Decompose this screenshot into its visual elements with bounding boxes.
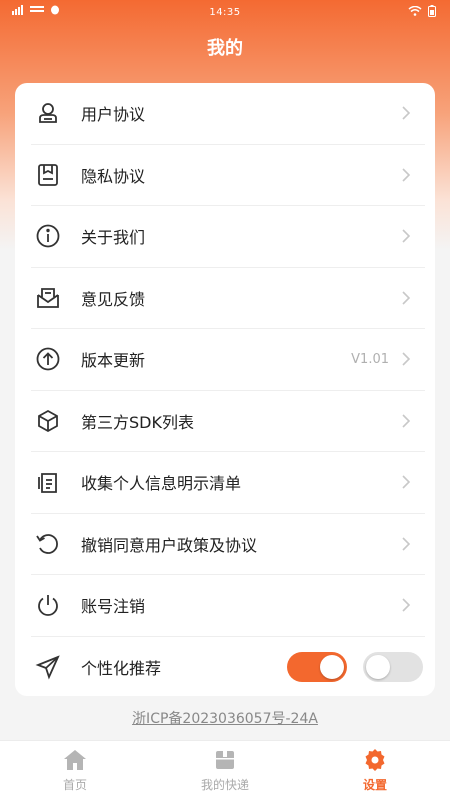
menu-item-privacy-agreement[interactable]: 隐私协议	[31, 145, 425, 206]
menu-item-label: 收集个人信息明示清单	[81, 474, 242, 494]
page-title: 我的	[207, 38, 243, 59]
menu-item-label: 用户协议	[81, 105, 146, 125]
tab-label: 设置	[362, 778, 387, 792]
status-bar: 14:35	[0, 0, 450, 24]
menu-item-label: 隐私协议	[81, 166, 146, 186]
signal-icon	[12, 5, 23, 15]
version-value: V1.01	[351, 351, 389, 367]
user-icon	[35, 100, 61, 126]
chevron-right-icon	[402, 106, 411, 120]
icp-link[interactable]: 浙ICP备2023036057号-24A	[0, 708, 450, 728]
menu-item-feedback[interactable]: 意见反馈	[31, 268, 425, 329]
bottom-tab-bar: 首页 我的快递 设置	[0, 740, 450, 800]
tab-home[interactable]: 首页	[0, 741, 150, 800]
qq-icon	[51, 5, 59, 15]
send-icon	[35, 654, 61, 680]
package-icon	[213, 748, 237, 772]
tab-settings[interactable]: 设置	[300, 741, 450, 800]
chevron-right-icon	[402, 229, 411, 243]
menu-item-delete-account[interactable]: 账号注销	[31, 575, 425, 637]
document-icon	[35, 162, 61, 188]
feedback-mail-icon	[35, 285, 61, 311]
status-time: 14:35	[209, 6, 241, 18]
gear-icon	[363, 748, 387, 772]
notification-icon	[30, 6, 44, 12]
menu-item-label: 意见反馈	[81, 289, 146, 309]
status-icons-right	[408, 5, 436, 17]
wifi-icon	[408, 6, 422, 16]
menu-item-personal-info-list[interactable]: 收集个人信息明示清单	[31, 452, 425, 514]
chevron-right-icon	[402, 537, 411, 551]
chevron-right-icon	[402, 168, 411, 182]
toggle-switch-off[interactable]	[363, 652, 423, 683]
battery-icon	[428, 5, 436, 17]
toggle-switch-on[interactable]	[287, 652, 347, 683]
toggle-knob	[320, 655, 344, 680]
menu-item-label: 第三方SDK列表	[81, 412, 194, 432]
power-icon	[35, 592, 61, 618]
chevron-right-icon	[402, 352, 411, 366]
menu-item-label: 账号注销	[81, 597, 146, 617]
menu-item-version-update[interactable]: 版本更新 V1.01	[31, 329, 425, 391]
menu-item-about-us[interactable]: 关于我们	[31, 206, 425, 268]
chevron-right-icon	[402, 414, 411, 428]
status-icons-left	[12, 5, 60, 15]
menu-item-user-agreement[interactable]: 用户协议	[31, 83, 425, 145]
menu-item-label: 个性化推荐	[81, 659, 162, 679]
settings-card: 用户协议 隐私协议 关于我们 意见反馈 版本更新 V1.01 第三方SDK列表 …	[15, 83, 435, 696]
info-icon	[35, 223, 61, 249]
chevron-right-icon	[402, 475, 411, 489]
menu-item-personalized-recommendation: 个性化推荐	[31, 637, 425, 699]
tab-label: 首页	[62, 778, 87, 792]
menu-item-label: 版本更新	[81, 351, 146, 371]
chevron-right-icon	[402, 291, 411, 305]
arrow-up-circle-icon	[35, 346, 61, 372]
menu-item-label: 撤销同意用户政策及协议	[81, 535, 258, 555]
undo-icon	[35, 531, 61, 557]
home-icon	[63, 748, 87, 772]
list-doc-icon	[35, 469, 61, 495]
menu-item-revoke-consent[interactable]: 撤销同意用户政策及协议	[31, 514, 425, 575]
cube-icon	[35, 408, 61, 434]
toggle-knob	[366, 655, 390, 680]
chevron-right-icon	[402, 598, 411, 612]
menu-item-label: 关于我们	[81, 228, 146, 248]
tab-my-express[interactable]: 我的快递	[150, 741, 300, 800]
tab-label: 我的快递	[200, 778, 249, 792]
menu-item-sdk-list[interactable]: 第三方SDK列表	[31, 391, 425, 452]
